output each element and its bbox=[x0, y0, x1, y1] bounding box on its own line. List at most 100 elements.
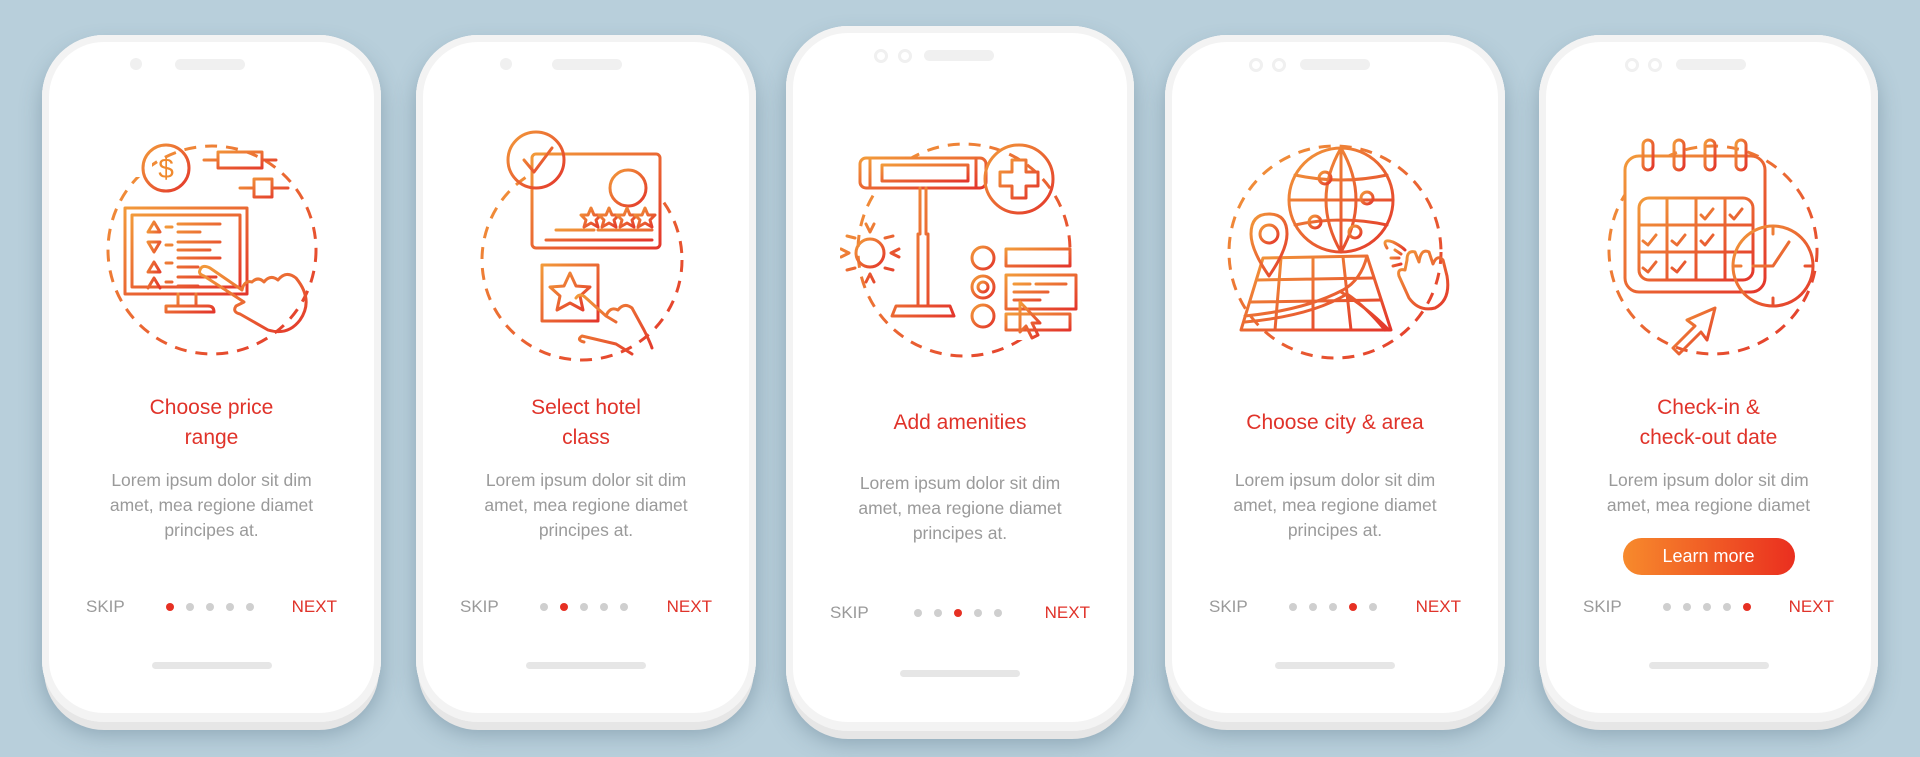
description-line: principes at. bbox=[912, 523, 1008, 543]
screen-description: Lorem ipsum dolor sit dim amet, mea regi… bbox=[72, 468, 351, 543]
screen-title: Select hotel class bbox=[436, 393, 736, 453]
skip-button[interactable]: SKIP bbox=[86, 595, 125, 619]
svg-text:$: $ bbox=[158, 153, 174, 184]
onboarding-nav: SKIP NEXT bbox=[42, 595, 381, 619]
page-dot[interactable] bbox=[205, 603, 214, 611]
page-dot-active[interactable] bbox=[165, 603, 174, 611]
onboarding-nav: SKIP NEXT bbox=[1165, 595, 1505, 619]
next-button[interactable]: NEXT bbox=[1789, 595, 1834, 619]
screen-description: Lorem ipsum dolor sit dim amet, mea regi… bbox=[446, 468, 726, 543]
onboarding-nav: SKIP NEXT bbox=[416, 595, 756, 619]
page-dot[interactable] bbox=[600, 603, 608, 611]
screen-title: Choose price range bbox=[62, 393, 361, 453]
speaker-bar bbox=[175, 59, 245, 70]
screen-title-line: class bbox=[562, 426, 610, 449]
skip-button[interactable]: SKIP bbox=[830, 601, 869, 625]
onboarding-screen-5: Check-in & check-out date Lorem ipsum do… bbox=[1539, 35, 1878, 722]
page-dot[interactable] bbox=[185, 603, 194, 611]
phone-notch bbox=[786, 48, 1134, 63]
description-line: principes at. bbox=[164, 520, 259, 540]
description-line: amet, mea regione diamet bbox=[484, 495, 688, 515]
learn-more-button[interactable]: Learn more bbox=[1622, 538, 1795, 575]
page-dot[interactable] bbox=[914, 609, 922, 617]
skip-button[interactable]: SKIP bbox=[1209, 595, 1248, 619]
page-dot-active[interactable] bbox=[560, 603, 568, 611]
page-dot[interactable] bbox=[540, 603, 548, 611]
home-indicator[interactable] bbox=[1275, 662, 1395, 669]
page-dot[interactable] bbox=[580, 603, 588, 611]
phone-notch bbox=[1539, 57, 1878, 72]
skip-button[interactable]: SKIP bbox=[1583, 595, 1622, 619]
camera-ring bbox=[1249, 58, 1263, 72]
page-dot-active[interactable] bbox=[1742, 603, 1751, 611]
screen-title-line: Choose price bbox=[149, 396, 274, 419]
camera-dot bbox=[130, 58, 142, 70]
onboarding-screen-3: Add amenities Lorem ipsum dolor sit dim … bbox=[786, 26, 1134, 731]
screen-title-line: Add amenities bbox=[893, 411, 1027, 434]
next-button[interactable]: NEXT bbox=[667, 595, 712, 619]
description-line: amet, mea regione diamet bbox=[1233, 495, 1437, 515]
screen-title-line: check-out date bbox=[1639, 426, 1778, 449]
screen-title: Check-in & check-out date bbox=[1559, 393, 1858, 453]
screen-title-line: Choose city & area bbox=[1246, 411, 1424, 434]
home-indicator[interactable] bbox=[900, 670, 1020, 677]
page-dot[interactable] bbox=[934, 609, 942, 617]
calendar-clock-icon bbox=[1607, 138, 1818, 356]
next-button[interactable]: NEXT bbox=[1045, 601, 1090, 625]
page-indicator bbox=[1289, 603, 1377, 611]
page-indicator bbox=[165, 603, 254, 611]
page-dot[interactable] bbox=[1289, 603, 1297, 611]
camera-ring bbox=[1625, 58, 1639, 72]
description-line: Lorem ipsum dolor sit dim bbox=[111, 470, 312, 490]
description-line: Lorem ipsum dolor sit dim bbox=[1234, 470, 1436, 490]
page-dot[interactable] bbox=[1702, 603, 1711, 611]
camera-dot bbox=[500, 58, 512, 70]
camera-ring bbox=[1272, 58, 1286, 72]
home-indicator[interactable] bbox=[151, 662, 272, 669]
amenities-heater-icon bbox=[840, 142, 1080, 358]
camera-ring bbox=[898, 49, 912, 63]
onboarding-screen-1: $ Choose price range Lorem ipsum dolor s… bbox=[42, 35, 381, 722]
camera-ring bbox=[1648, 58, 1662, 72]
description-line: amet, mea regione diamet bbox=[1606, 495, 1811, 515]
speaker-bar bbox=[552, 59, 622, 70]
next-button[interactable]: NEXT bbox=[1416, 595, 1461, 619]
home-indicator[interactable] bbox=[1648, 662, 1769, 669]
screen-description: Lorem ipsum dolor sit dim amet, mea regi… bbox=[1195, 468, 1475, 543]
skip-button[interactable]: SKIP bbox=[460, 595, 499, 619]
page-dot[interactable] bbox=[225, 603, 234, 611]
page-dot[interactable] bbox=[994, 609, 1002, 617]
description-line: Lorem ipsum dolor sit dim bbox=[485, 470, 687, 490]
screen-description: Lorem ipsum dolor sit dim amet, mea regi… bbox=[1569, 468, 1848, 518]
phone-notch bbox=[1165, 57, 1505, 72]
page-dot[interactable] bbox=[1309, 603, 1317, 611]
home-indicator[interactable] bbox=[526, 662, 646, 669]
phone-notch bbox=[42, 57, 381, 71]
page-indicator bbox=[1662, 603, 1751, 611]
next-button[interactable]: NEXT bbox=[292, 595, 337, 619]
description-line: Lorem ipsum dolor sit dim bbox=[859, 473, 1061, 493]
speaker-bar bbox=[924, 50, 994, 61]
speaker-bar bbox=[1300, 59, 1370, 70]
camera-ring bbox=[874, 49, 888, 63]
page-dot[interactable] bbox=[1682, 603, 1691, 611]
page-dot-active[interactable] bbox=[1349, 603, 1357, 611]
screen-title-line: Check-in & bbox=[1657, 396, 1760, 419]
description-line: amet, mea regione diamet bbox=[858, 498, 1062, 518]
page-dot[interactable] bbox=[620, 603, 628, 611]
description-line: principes at. bbox=[1287, 520, 1383, 540]
page-dot[interactable] bbox=[1369, 603, 1377, 611]
description-line: amet, mea regione diamet bbox=[109, 495, 314, 515]
page-dot[interactable] bbox=[1329, 603, 1337, 611]
page-dot[interactable] bbox=[1722, 603, 1731, 611]
page-dot-active[interactable] bbox=[954, 609, 962, 617]
speaker-bar bbox=[1676, 59, 1746, 70]
page-dot[interactable] bbox=[974, 609, 982, 617]
page-dot[interactable] bbox=[245, 603, 254, 611]
onboarding-nav: SKIP NEXT bbox=[786, 601, 1134, 625]
page-dot[interactable] bbox=[1662, 603, 1671, 611]
screen-title-line: range bbox=[184, 426, 239, 449]
hotel-rating-star-icon bbox=[480, 130, 684, 362]
page-indicator bbox=[914, 609, 1002, 617]
globe-map-icon bbox=[1227, 144, 1450, 360]
